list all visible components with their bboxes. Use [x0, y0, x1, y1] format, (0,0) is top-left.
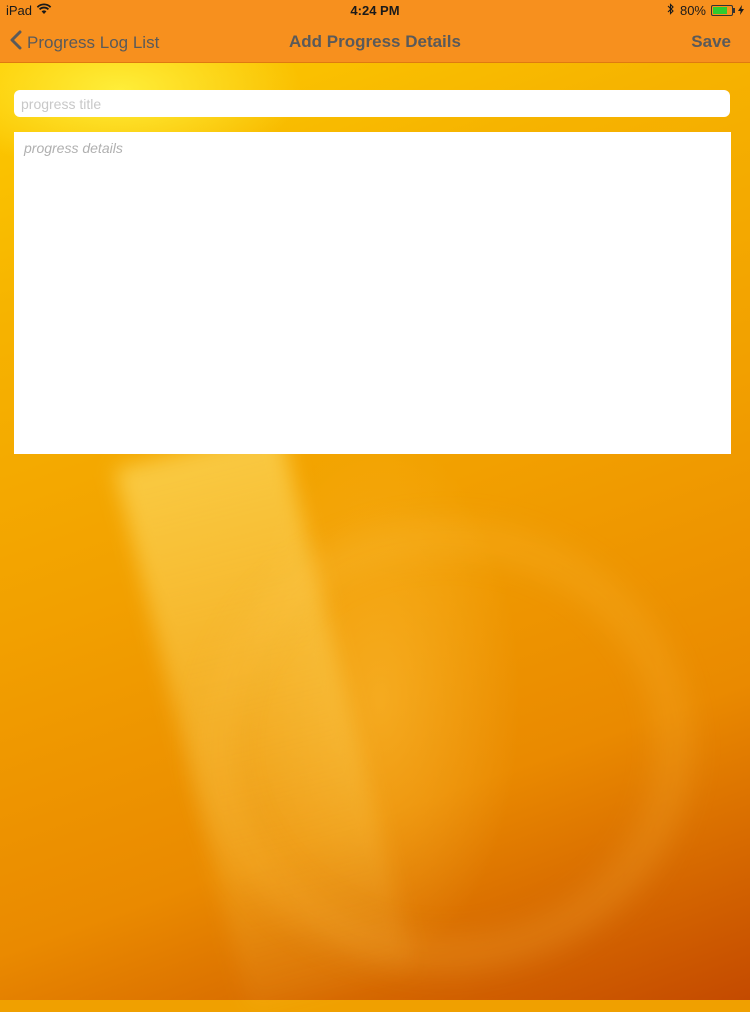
- navigation-bar: Progress Log List Add Progress Details S…: [0, 22, 750, 63]
- progress-title-input[interactable]: [14, 90, 730, 117]
- battery-level-fill: [713, 7, 727, 14]
- status-time: 4:24 PM: [350, 3, 400, 18]
- back-button[interactable]: Progress Log List: [10, 30, 159, 55]
- background-swirl: [200, 520, 692, 972]
- back-button-label: Progress Log List: [27, 32, 160, 52]
- status-bar-right: 80%: [667, 3, 744, 18]
- battery-percent: 80%: [679, 3, 706, 18]
- charging-bolt-icon: [738, 3, 744, 18]
- status-bar: iPad 4:24 PM 80%: [0, 0, 750, 22]
- progress-details-input[interactable]: [14, 132, 731, 454]
- save-button[interactable]: Save: [691, 32, 731, 52]
- bluetooth-icon: [667, 3, 675, 18]
- battery-icon: [711, 5, 735, 16]
- chevron-left-icon: [10, 30, 22, 55]
